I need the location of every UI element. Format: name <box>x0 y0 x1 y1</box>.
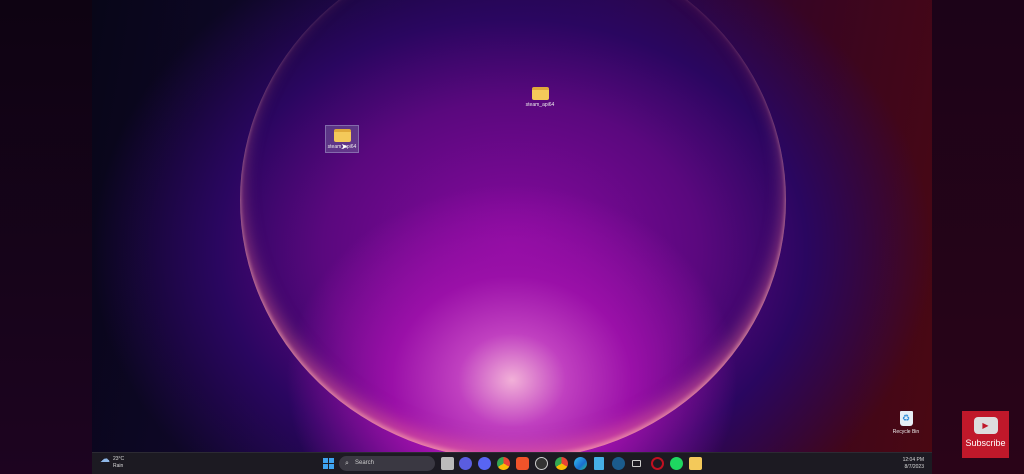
file-explorer-icon[interactable] <box>689 457 702 470</box>
edge-icon[interactable] <box>574 457 587 470</box>
display-icon[interactable] <box>632 460 641 467</box>
desktop: steam_api64 steam_api64 ➤ ♻ Recycle Bin … <box>92 0 932 474</box>
video-letterbox-right <box>932 0 1024 474</box>
chrome-icon[interactable] <box>555 457 568 470</box>
opera-icon[interactable] <box>651 457 664 470</box>
folder-icon <box>531 87 549 100</box>
discord-icon[interactable] <box>478 457 491 470</box>
mouse-cursor-icon: ➤ <box>341 142 348 151</box>
video-letterbox-left <box>0 0 92 474</box>
weather-cloud-icon: ☁ <box>100 454 110 465</box>
desktop-icon-recycle-bin[interactable]: ♻ Recycle Bin <box>889 409 923 435</box>
youtube-play-icon: ▶ <box>973 417 998 434</box>
clock-time: 12:04 PM <box>902 457 924 463</box>
desktop-icon-steam-api64[interactable]: steam_api64 <box>523 84 557 108</box>
notepad-icon[interactable] <box>594 457 604 470</box>
system-clock[interactable]: 12:04 PM 8/7/2023 <box>903 457 924 471</box>
weather-temp: 23°C <box>113 456 125 462</box>
recycle-bin-icon: ♻ <box>899 411 913 426</box>
search-icon: ⌕ <box>345 460 349 467</box>
icon-label: Recycle Bin <box>892 429 920 435</box>
icon-label: steam_api64 <box>525 102 555 108</box>
folder-icon <box>333 129 351 142</box>
search-placeholder: Search <box>355 460 375 466</box>
steam-icon[interactable] <box>612 457 625 470</box>
weather-widget[interactable]: ☁ 23°C Rain <box>100 454 125 470</box>
subscribe-button[interactable]: ▶ Subscribe <box>962 411 1009 458</box>
brave-icon[interactable] <box>516 457 529 470</box>
search-box[interactable]: ⌕ Search <box>339 456 435 471</box>
task-view-icon[interactable] <box>441 457 454 470</box>
spotify-icon[interactable] <box>670 457 683 470</box>
subscribe-label: Subscribe <box>965 438 1006 448</box>
wallpaper-orb <box>240 0 786 460</box>
obs-icon[interactable] <box>535 457 548 470</box>
weather-condition: Rain <box>113 463 124 469</box>
chrome-icon[interactable] <box>497 457 510 470</box>
meet-icon[interactable] <box>459 457 472 470</box>
clock-date: 8/7/2023 <box>904 464 924 470</box>
taskbar: ☁ 23°C Rain ⌕ Search 12:04 PM 8/7/2023 <box>92 452 932 474</box>
start-button[interactable] <box>323 458 334 469</box>
